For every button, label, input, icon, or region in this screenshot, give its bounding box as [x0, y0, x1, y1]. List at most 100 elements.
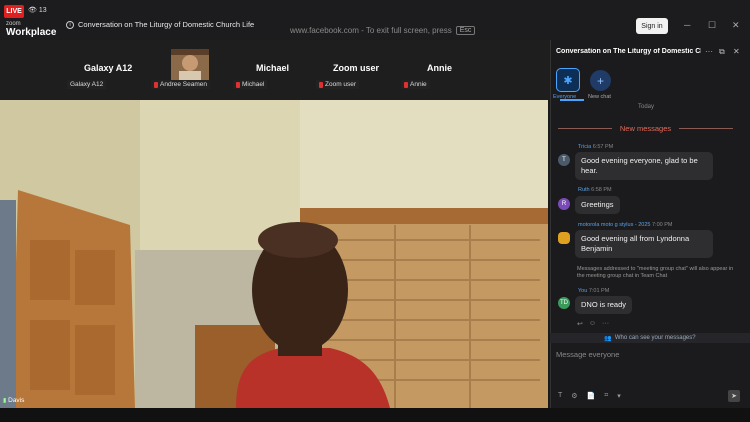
avatar[interactable]: R — [558, 198, 570, 210]
participant-label-text: Galaxy A12 — [70, 81, 104, 88]
participant-label-text: Andree Seamen — [160, 81, 207, 88]
message-line: Greetings — [581, 200, 614, 209]
signal-icon: ▮ — [3, 398, 7, 404]
message-time: 6:58 PM — [591, 187, 612, 193]
message-line: hear. — [581, 166, 598, 176]
participant-label-text: Annie — [410, 81, 427, 88]
message-meta: Ruth 6:58 PM — [578, 187, 612, 193]
participant-label-text: Michael — [242, 81, 265, 88]
sender-name: motorola moto g stylus - 2025 — [578, 222, 651, 228]
new-messages-label: New messages — [619, 124, 672, 133]
avatar[interactable]: TD — [558, 297, 570, 309]
format-text-icon[interactable]: T — [558, 392, 562, 400]
speaker-name: Davis — [8, 397, 25, 404]
bottom-bar — [0, 408, 750, 422]
info-icon[interactable]: i — [66, 20, 74, 29]
participant-name: Michael — [256, 63, 290, 73]
participant-name: Annie — [427, 63, 453, 73]
popout-icon[interactable]: ⧉ — [719, 47, 725, 57]
divider-line — [558, 128, 612, 129]
meeting-group-chat-notice: Messages addressed to "meeting group cha… — [577, 266, 734, 280]
message-line: Good evening all from Lyndonna — [581, 234, 690, 243]
send-icon: ➤ — [731, 393, 737, 400]
message-meta: Tricia 6:57 PM — [578, 144, 613, 150]
avatar — [171, 49, 209, 81]
message-time: 7:00 PM — [651, 222, 673, 228]
fullscreen-notice: www.facebook.com - To exit full screen, … — [290, 26, 476, 35]
screenshot-icon[interactable]: ⌗ — [604, 392, 608, 400]
dropdown-icon[interactable]: ▾ — [617, 392, 621, 400]
message-time: 7:01 PM — [588, 288, 610, 294]
sender-name: Tricia — [578, 144, 592, 150]
message-line: DNO is ready — [581, 300, 627, 309]
who-can-see-text: Who can see your messages? — [614, 335, 696, 341]
participant-label[interactable]: Annie — [401, 80, 430, 89]
sender-name: You — [578, 288, 588, 294]
tab-new-chat[interactable]: + — [590, 70, 611, 91]
speaker-video-frame — [0, 100, 548, 408]
message-line: Benjamin — [581, 244, 613, 254]
meeting-title[interactable]: i Conversation on The Liturgy of Domesti… — [66, 20, 254, 29]
participant-name: Galaxy A12 — [84, 63, 133, 73]
speaker-label: ▮ Davis — [3, 397, 24, 404]
plus-icon: + — [596, 73, 604, 88]
sender-name: Ruth — [578, 187, 590, 193]
message-actions: ↩ ☺ ··· — [577, 320, 609, 328]
fullscreen-notice-text: www.facebook.com - To exit full screen, … — [290, 26, 452, 35]
close-icon[interactable]: ✕ — [732, 20, 740, 31]
attach-file-icon[interactable]: 📄 — [587, 392, 596, 400]
everyone-icon: ✱ — [563, 74, 573, 87]
mic-muted-icon — [404, 81, 408, 88]
minimize-icon[interactable]: ─ — [684, 20, 690, 30]
mic-muted-icon — [154, 81, 158, 88]
emoji-reaction-icon[interactable]: ☺ — [589, 320, 596, 328]
participant-label[interactable]: Michael — [233, 80, 268, 89]
viewer-count-value: 13 — [38, 6, 47, 14]
participant-label[interactable]: Galaxy A12 — [67, 80, 107, 89]
message-meta: motorola moto g stylus - 2025 7:00 PM — [578, 222, 672, 228]
eye-icon: 👁 — [28, 7, 37, 14]
people-icon: 👥 — [604, 335, 612, 342]
participant-label[interactable]: Andree Seamen — [151, 80, 210, 89]
send-button[interactable]: ➤ — [728, 390, 740, 402]
meeting-title-text: Conversation on The Liturgy of Domestic … — [78, 20, 255, 29]
mic-muted-icon — [236, 81, 240, 88]
settings-icon[interactable]: ⚙ — [571, 392, 577, 400]
avatar-photo — [171, 49, 209, 81]
brand-large: Workplace — [6, 27, 57, 38]
avatar[interactable] — [558, 232, 570, 244]
date-divider: Today — [638, 104, 655, 110]
new-messages-divider: New messages — [558, 124, 733, 133]
avatar[interactable]: T — [558, 154, 570, 166]
more-options-icon[interactable]: ··· — [602, 320, 609, 328]
tab-everyone[interactable]: ✱ — [556, 68, 580, 92]
message-line: Good evening everyone, glad to be — [581, 156, 698, 165]
more-icon[interactable]: ··· — [705, 47, 713, 56]
chat-message[interactable]: Greetings — [575, 196, 620, 215]
sign-in-button[interactable]: Sign in — [636, 18, 668, 34]
chat-message[interactable]: DNO is ready — [575, 296, 633, 315]
chat-message[interactable]: Good evening everyone, glad to be hear. — [575, 152, 713, 181]
message-meta: You 7:01 PM — [578, 288, 609, 294]
maximize-icon[interactable]: ☐ — [708, 20, 716, 31]
participant-label-text: Zoom user — [325, 81, 357, 88]
close-chat-icon[interactable]: ✕ — [733, 47, 740, 56]
app-logo: zoom Workplace — [6, 21, 56, 38]
participant-name: Zoom user — [333, 63, 380, 73]
esc-key: Esc — [455, 26, 476, 35]
message-input[interactable]: Message everyone — [556, 350, 619, 359]
message-time: 6:57 PM — [592, 144, 614, 150]
mic-muted-icon — [319, 81, 323, 88]
active-tab-indicator — [560, 99, 584, 101]
live-badge: LIVE — [4, 5, 24, 18]
chat-message[interactable]: Good evening all from Lyndonna Benjamin — [575, 230, 713, 259]
reply-icon[interactable]: ↩ — [577, 320, 583, 328]
who-can-see-link[interactable]: 👥 Who can see your messages? — [550, 333, 750, 343]
chat-header-title: Conversation on The Liturgy of Domestic … — [556, 48, 701, 55]
main-video[interactable] — [0, 100, 548, 408]
viewer-count: 👁 13 — [28, 6, 47, 15]
compose-toolbar: T ⚙ 📄 ⌗ ▾ — [558, 392, 621, 400]
tab-new-chat-label: New chat — [588, 94, 611, 100]
participant-label[interactable]: Zoom user — [316, 80, 360, 89]
divider-line — [679, 128, 733, 129]
